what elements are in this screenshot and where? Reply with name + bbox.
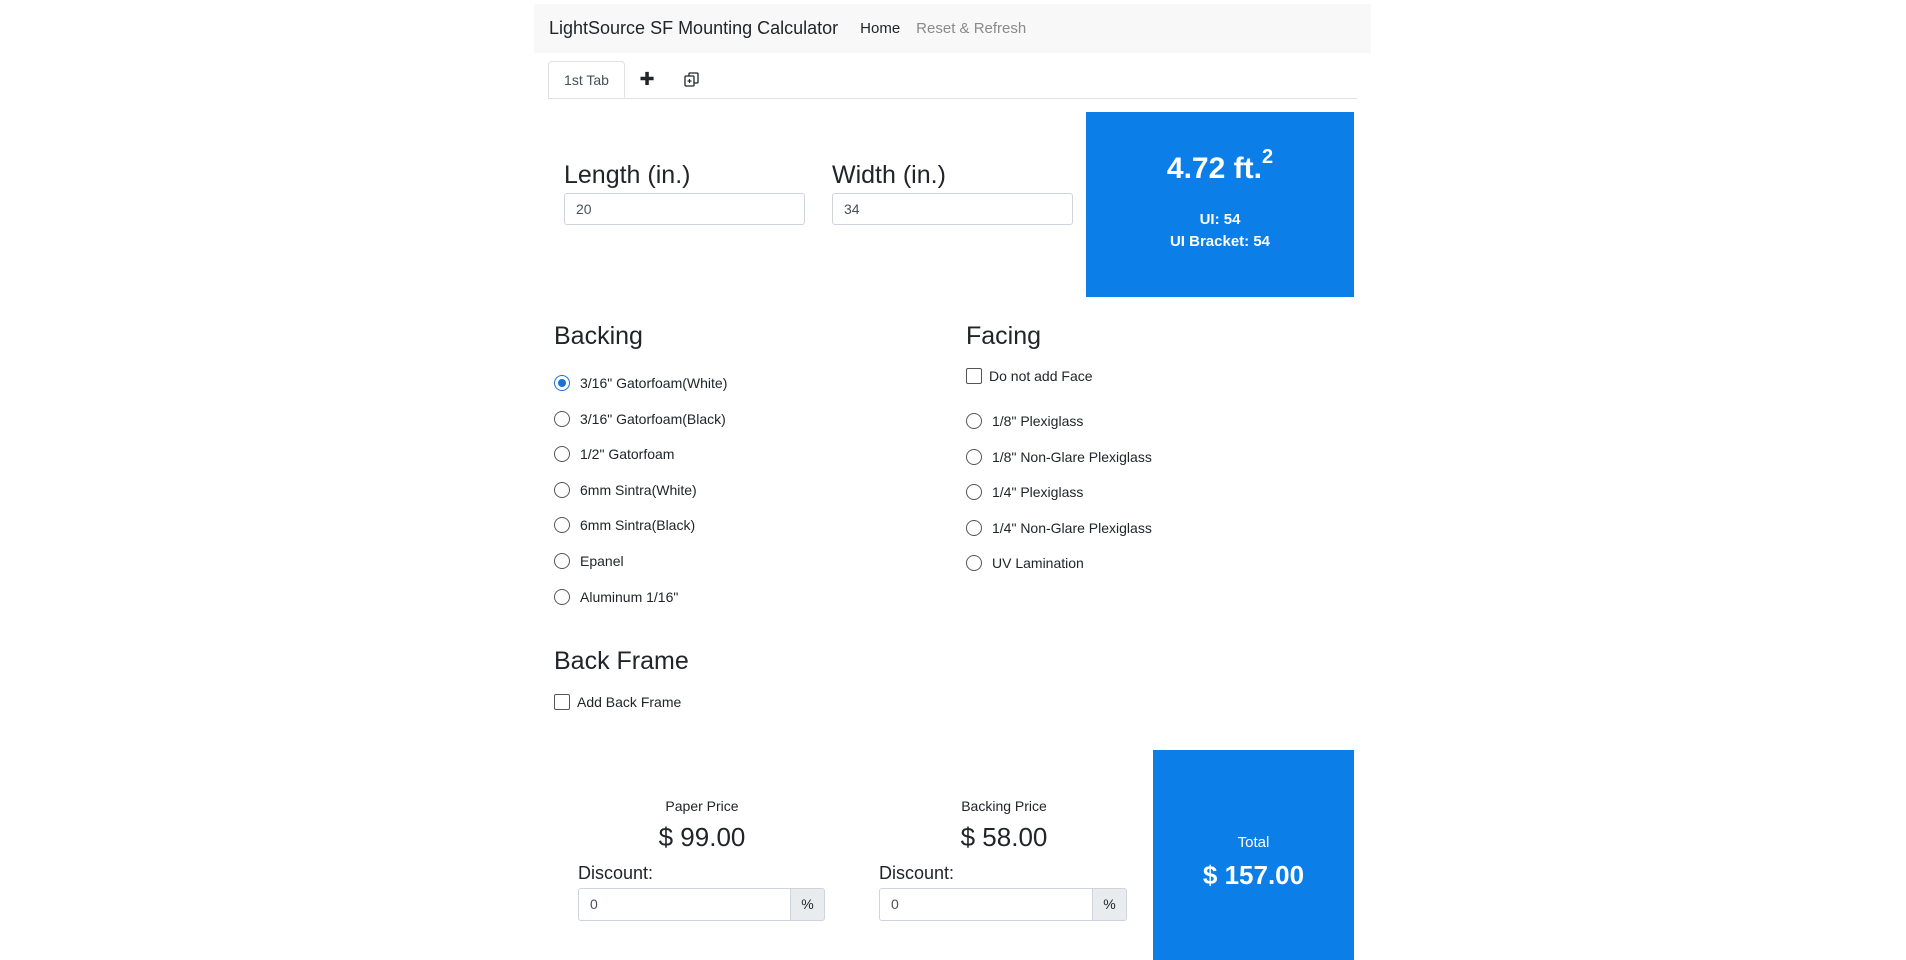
facing-radio[interactable] — [966, 519, 982, 536]
facing-option[interactable]: UV Lamination — [966, 555, 1084, 572]
backing-radio[interactable] — [554, 375, 570, 391]
no-face-label: Do not add Face — [989, 368, 1093, 384]
area-unit-exponent: 2 — [1261, 146, 1274, 168]
app-brand[interactable]: LightSource SF Mounting Calculator — [549, 18, 838, 39]
backing-price-label: Backing Price — [961, 798, 1047, 814]
paper-price-label: Paper Price — [665, 798, 739, 814]
width-input[interactable]: 34 — [832, 193, 1073, 225]
nav-home-link[interactable]: Home — [860, 20, 900, 37]
backing-option-label: 3/16" Gatorfoam(Black) — [580, 410, 726, 427]
back-frame-heading: Back Frame — [554, 647, 689, 675]
plus-icon: ✚ — [639, 69, 655, 89]
paper-discount-label: Discount: — [578, 863, 654, 883]
backing-option[interactable]: 6mm Sintra(White) — [554, 481, 697, 498]
backing-discount-label: Discount: — [879, 863, 955, 883]
backing-option-label: Epanel — [580, 553, 624, 569]
backing-heading: Backing — [554, 322, 643, 350]
facing-option[interactable]: 1/8" Plexiglass — [966, 413, 1083, 429]
backing-radio[interactable] — [554, 410, 570, 427]
back-frame-label: Add Back Frame — [577, 694, 682, 710]
backing-price-value: $ 58.00 — [960, 822, 1048, 852]
ui-count: UI: 54 — [1199, 211, 1241, 228]
backing-radio[interactable] — [554, 517, 570, 534]
backing-option-label: 1/2" Gatorfoam — [580, 446, 675, 463]
backing-option[interactable]: 3/16" Gatorfoam(Black) — [554, 410, 726, 427]
area-summary-box: 4.72 ft.2 UI: 54 UI Bracket: 54 — [1086, 112, 1354, 297]
backing-option[interactable]: 1/2" Gatorfoam — [554, 446, 675, 463]
navbar: LightSource SF Mounting Calculator Home … — [534, 4, 1371, 53]
main-container: LightSource SF Mounting Calculator Home … — [534, 4, 1371, 960]
paper-discount-input[interactable]: 0 — [578, 888, 791, 921]
back-frame-option[interactable]: Add Back Frame — [554, 694, 681, 710]
facing-radio[interactable] — [966, 448, 982, 465]
backing-option[interactable]: 6mm Sintra(Black) — [554, 517, 696, 534]
backing-radio[interactable] — [554, 588, 570, 605]
backing-option[interactable]: 3/16" Gatorfoam(White) — [554, 375, 727, 391]
facing-heading: Facing — [966, 322, 1042, 350]
total-value: $ 157.00 — [1202, 860, 1305, 890]
total-box: Total $ 157.00 — [1153, 750, 1354, 960]
percent-addon: % — [1093, 888, 1127, 921]
backing-option[interactable]: Epanel — [554, 553, 624, 569]
paper-discount-group: 0 % — [578, 888, 825, 921]
area-value: 4.72 ft.2 — [1086, 146, 1354, 186]
duplicate-icon — [683, 72, 699, 87]
width-label: Width (in.) — [832, 161, 946, 189]
facing-option-label: 1/4" Non-Glare Plexiglass — [992, 519, 1152, 536]
duplicate-tab-button[interactable] — [669, 61, 713, 98]
facing-option[interactable]: 1/4" Plexiglass — [966, 484, 1084, 501]
facing-option-label: 1/8" Plexiglass — [992, 413, 1084, 429]
facing-option[interactable]: 1/8" Non-Glare Plexiglass — [966, 448, 1152, 465]
back-frame-checkbox[interactable] — [554, 694, 570, 710]
backing-option-label: Aluminum 1/16" — [580, 588, 679, 605]
backing-option-label: 6mm Sintra(White) — [580, 481, 697, 498]
add-tab-button[interactable]: ✚ — [625, 61, 669, 98]
facing-option-label: 1/4" Plexiglass — [992, 484, 1084, 501]
length-label: Length (in.) — [564, 161, 691, 189]
facing-option-label: UV Lamination — [992, 555, 1084, 572]
backing-option-label: 3/16" Gatorfoam(White) — [580, 375, 728, 391]
tab-bar: 1st Tab ✚ — [548, 61, 1357, 99]
backing-radio[interactable] — [554, 446, 570, 463]
area-number: 4.72 ft. — [1166, 152, 1262, 185]
facing-radio[interactable] — [966, 413, 982, 429]
facing-radio[interactable] — [966, 484, 982, 501]
facing-option[interactable]: 1/4" Non-Glare Plexiglass — [966, 519, 1152, 536]
facing-option-label: 1/8" Non-Glare Plexiglass — [992, 448, 1152, 465]
percent-addon: % — [791, 888, 825, 921]
backing-discount-input[interactable]: 0 — [879, 888, 1093, 921]
no-face-option[interactable]: Do not add Face — [966, 368, 1093, 384]
nav-reset-link[interactable]: Reset & Refresh — [916, 20, 1026, 37]
backing-radio[interactable] — [554, 553, 570, 569]
length-input[interactable]: 20 — [564, 193, 805, 225]
paper-price-value: $ 99.00 — [658, 822, 746, 852]
total-label: Total — [1237, 834, 1270, 851]
backing-radio[interactable] — [554, 481, 570, 498]
ui-bracket-count: UI Bracket: 54 — [1169, 233, 1271, 250]
backing-option[interactable]: Aluminum 1/16" — [554, 588, 679, 605]
backing-option-label: 6mm Sintra(Black) — [580, 517, 696, 534]
tab-1st[interactable]: 1st Tab — [548, 61, 625, 98]
no-face-checkbox[interactable] — [966, 368, 982, 384]
facing-radio[interactable] — [966, 555, 982, 572]
backing-discount-group: 0 % — [879, 888, 1127, 921]
